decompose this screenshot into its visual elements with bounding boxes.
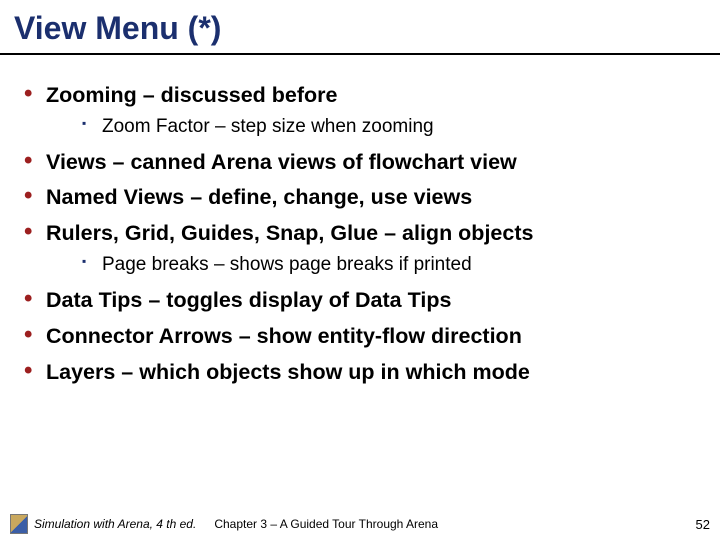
sub-bullet-zoom-factor: Zoom Factor – step size when zooming: [82, 115, 698, 140]
bullet-data-tips: Data Tips – toggles display of Data Tips: [22, 287, 698, 314]
footer-chapter: Chapter 3 – A Guided Tour Through Arena: [214, 517, 438, 531]
book-icon: [10, 514, 28, 534]
footer-credit: Simulation with Arena, 4 th ed.: [34, 517, 196, 531]
bullet-zooming: Zooming – discussed before Zoom Factor –…: [22, 82, 698, 140]
bullet-list: Zooming – discussed before Zoom Factor –…: [22, 82, 698, 386]
sub-list: Page breaks – shows page breaks if print…: [82, 253, 698, 278]
content-area: Zooming – discussed before Zoom Factor –…: [0, 63, 720, 386]
sub-bullet-page-breaks: Page breaks – shows page breaks if print…: [82, 253, 698, 278]
sub-list: Zoom Factor – step size when zooming: [82, 115, 698, 140]
footer: Simulation with Arena, 4 th ed. Chapter …: [0, 514, 720, 534]
bullet-layers: Layers – which objects show up in which …: [22, 359, 698, 386]
footer-page-number: 52: [696, 517, 710, 532]
bullet-rulers: Rulers, Grid, Guides, Snap, Glue – align…: [22, 220, 698, 278]
slide: View Menu (*) Zooming – discussed before…: [0, 0, 720, 540]
bullet-views: Views – canned Arena views of flowchart …: [22, 149, 698, 176]
bullet-connector-arrows: Connector Arrows – show entity-flow dire…: [22, 323, 698, 350]
page-title: View Menu (*): [0, 0, 720, 53]
title-rule: [0, 53, 720, 55]
bullet-named-views: Named Views – define, change, use views: [22, 184, 698, 211]
bullet-text: Zooming – discussed before: [46, 83, 338, 107]
bullet-text: Rulers, Grid, Guides, Snap, Glue – align…: [46, 221, 533, 245]
